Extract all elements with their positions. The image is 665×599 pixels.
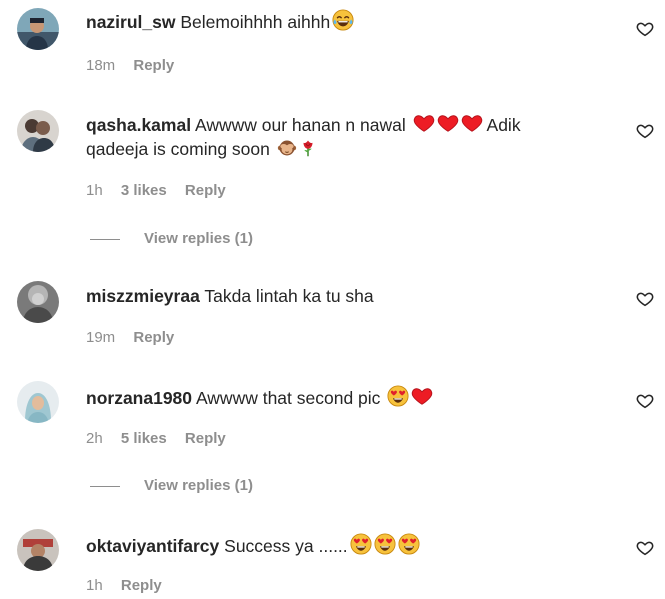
comment-body-continued: Adik [486, 115, 521, 135]
reply-button[interactable]: Reply [121, 577, 162, 594]
comment-meta: 2h 5 likes Reply [86, 429, 240, 449]
username[interactable]: oktaviyantifarcy [86, 536, 219, 556]
likes-count[interactable]: 5 likes [121, 430, 167, 447]
comment-body: Success ya ...... [224, 536, 348, 556]
timestamp: 1h [86, 577, 103, 594]
red-heart-emoji-icon [411, 385, 433, 407]
view-replies-label: View replies (1) [144, 477, 253, 494]
like-heart-icon[interactable] [636, 122, 654, 140]
comment-body: Awwww our hanan n nawal [194, 115, 406, 135]
avatar[interactable] [17, 281, 59, 323]
like-heart-icon[interactable] [636, 20, 654, 38]
avatar[interactable] [17, 529, 59, 571]
comment-meta: 18m Reply [86, 56, 188, 76]
username[interactable]: norzana1980 [86, 388, 192, 408]
reply-button[interactable]: Reply [185, 430, 226, 447]
reply-button[interactable]: Reply [133, 329, 174, 346]
timestamp: 1h [86, 182, 103, 199]
red-heart-emoji-icon [413, 112, 435, 134]
comment-meta: 19m Reply [86, 328, 188, 348]
red-heart-emoji-icon [437, 112, 459, 134]
like-heart-icon[interactable] [636, 539, 654, 557]
heart-eyes-emoji-icon [374, 533, 396, 555]
comment-body: Takda lintah ka tu sha [204, 286, 374, 306]
comment-body-continued: qadeeja is coming soon [86, 139, 270, 159]
comment-body: Awwww that second pic [195, 388, 381, 408]
divider-line [90, 485, 120, 487]
like-heart-icon[interactable] [636, 290, 654, 308]
rose-emoji-icon [299, 138, 317, 158]
avatar[interactable] [17, 8, 59, 50]
comment-text: qasha.kamal Awwww our hanan n nawal Adik… [86, 112, 586, 161]
timestamp: 2h [86, 430, 103, 447]
comment-text: norzana1980 Awwww that second pic [86, 385, 586, 410]
reply-button[interactable]: Reply [185, 182, 226, 199]
view-replies-label: View replies (1) [144, 230, 253, 247]
avatar[interactable] [17, 381, 59, 423]
see-no-evil-monkey-emoji-icon [277, 138, 297, 158]
like-heart-icon[interactable] [636, 392, 654, 410]
username[interactable]: nazirul_sw [86, 12, 175, 32]
heart-eyes-emoji-icon [350, 533, 372, 555]
heart-eyes-emoji-icon [387, 385, 409, 407]
comment-text: oktaviyantifarcy Success ya ...... [86, 533, 586, 558]
timestamp: 18m [86, 57, 116, 74]
comment-body: Belemoihhhh aihhh [180, 12, 331, 32]
timestamp: 19m [86, 329, 116, 346]
comment-text: miszzmieyraa Takda lintah ka tu sha [86, 284, 586, 308]
divider-line [90, 238, 120, 240]
view-replies-button[interactable]: View replies (1) [90, 229, 253, 249]
laughing-tears-emoji-icon [332, 9, 354, 31]
comment-text: nazirul_sw Belemoihhhh aihhh [86, 9, 586, 34]
view-replies-button[interactable]: View replies (1) [90, 476, 253, 496]
comment-meta: 1h 3 likes Reply [86, 181, 240, 201]
likes-count[interactable]: 3 likes [121, 182, 167, 199]
username[interactable]: miszzmieyraa [86, 286, 200, 306]
username[interactable]: qasha.kamal [86, 115, 191, 135]
red-heart-emoji-icon [461, 112, 483, 134]
reply-button[interactable]: Reply [133, 57, 174, 74]
comment-meta: 1h Reply [86, 576, 176, 596]
avatar[interactable] [17, 110, 59, 152]
heart-eyes-emoji-icon [398, 533, 420, 555]
